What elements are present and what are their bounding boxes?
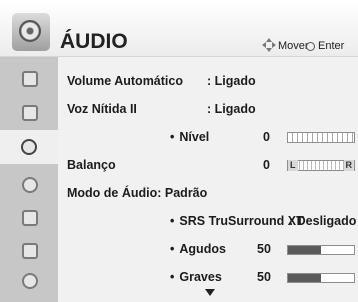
balance-left-label: L — [288, 160, 298, 171]
sidebar-item-input[interactable] — [12, 267, 48, 295]
balance-value: 0 — [263, 158, 270, 172]
audio-menu-screen: ÁUDIO Mover Enter Volume Automático : Li… — [0, 0, 358, 302]
sidebar-item-lock[interactable] — [12, 237, 48, 265]
srs-label[interactable]: SRS TruSurround XT — [170, 214, 303, 228]
audio-icon — [21, 139, 37, 155]
treble-value: 50 — [257, 242, 271, 256]
clear-voice-value: : Ligado — [207, 102, 256, 116]
audio-mode-label[interactable]: Modo de Áudio: Padrão — [67, 186, 207, 200]
bass-label[interactable]: Graves — [170, 270, 221, 284]
clear-voice-label[interactable]: Voz Nítida II — [67, 102, 137, 116]
audio-settings-list: Volume Automático : Ligado Voz Nítida II… — [59, 57, 358, 302]
menu-header: ÁUDIO Mover Enter — [0, 0, 358, 57]
scroll-down-arrow-icon[interactable] — [205, 289, 215, 296]
screen-icon — [22, 105, 38, 121]
enter-hint: Enter — [318, 40, 345, 52]
bass-slider-fill — [288, 274, 321, 282]
sidebar-item-time[interactable] — [12, 171, 48, 199]
balance-label[interactable]: Balanço — [67, 158, 116, 172]
lock-icon — [22, 243, 38, 259]
clock-icon — [22, 177, 38, 193]
level-slider[interactable] — [287, 132, 355, 143]
balance-slider[interactable]: L R — [287, 160, 355, 171]
ok-button-icon — [306, 42, 315, 51]
volume-auto-label[interactable]: Volume Automático — [67, 74, 183, 88]
menu-title: ÁUDIO — [60, 30, 128, 53]
menu-sidebar — [0, 57, 58, 302]
treble-label[interactable]: Agudos — [170, 242, 226, 256]
navigation-arrows-icon — [262, 38, 276, 52]
balance-right-label: R — [343, 160, 354, 171]
input-icon — [22, 273, 38, 289]
picture-settings-icon — [22, 71, 38, 87]
treble-slider-fill — [288, 246, 321, 254]
level-label[interactable]: Nível — [170, 130, 209, 144]
level-value: 0 — [263, 130, 270, 144]
srs-value: : Desligado — [289, 214, 357, 228]
bass-slider[interactable] — [287, 273, 355, 283]
bass-value: 50 — [257, 270, 271, 284]
treble-slider[interactable] — [287, 245, 355, 255]
sidebar-item-picture[interactable] — [12, 65, 48, 93]
sidebar-item-option[interactable] — [12, 204, 48, 232]
audio-icon — [12, 13, 50, 51]
sidebar-item-screen[interactable] — [12, 99, 48, 127]
volume-auto-value: : Ligado — [207, 74, 256, 88]
sidebar-item-audio[interactable] — [0, 130, 58, 164]
option-icon — [22, 210, 38, 226]
move-hint: Mover — [278, 40, 309, 52]
